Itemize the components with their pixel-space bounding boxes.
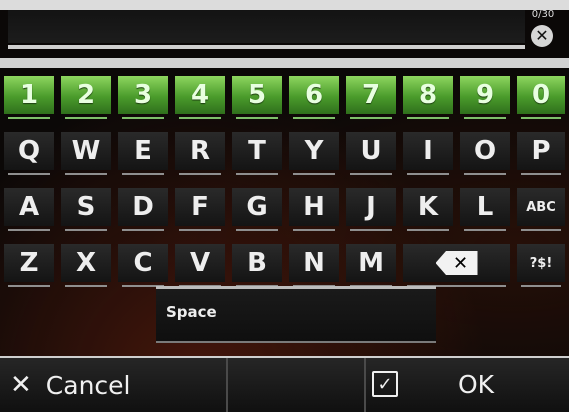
- close-icon: ✕: [10, 370, 32, 400]
- key-g[interactable]: G: [232, 188, 282, 231]
- key-n[interactable]: N: [289, 244, 339, 287]
- cancel-label: Cancel: [45, 370, 131, 400]
- backspace-key[interactable]: ✕: [403, 244, 510, 287]
- key-i[interactable]: I: [403, 132, 453, 175]
- key-3[interactable]: 3: [118, 76, 168, 119]
- key-s[interactable]: S: [61, 188, 111, 231]
- key-mode-symbols[interactable]: ?$!: [517, 244, 565, 287]
- key-d[interactable]: D: [118, 188, 168, 231]
- space-key[interactable]: Space: [156, 286, 436, 343]
- footer-separator: [364, 358, 366, 412]
- ok-label: OK: [458, 369, 495, 399]
- key-2[interactable]: 2: [61, 76, 111, 119]
- character-counter: 0/30: [531, 9, 555, 20]
- footer-bar: ✕ Cancel ✓ OK: [0, 356, 569, 412]
- checkbox-icon: ✓: [372, 371, 398, 397]
- key-8[interactable]: 8: [403, 76, 453, 119]
- key-y[interactable]: Y: [289, 132, 339, 175]
- key-7[interactable]: 7: [346, 76, 396, 119]
- key-f[interactable]: F: [175, 188, 225, 231]
- key-t[interactable]: T: [232, 132, 282, 175]
- footer-separator: [226, 358, 228, 412]
- key-c[interactable]: C: [118, 244, 168, 287]
- input-divider: [0, 58, 569, 68]
- key-1[interactable]: 1: [4, 76, 54, 119]
- key-r[interactable]: R: [175, 132, 225, 175]
- key-p[interactable]: P: [517, 132, 565, 175]
- clear-icon[interactable]: ✕: [531, 25, 553, 47]
- backspace-icon: ✕: [435, 251, 478, 275]
- key-v[interactable]: V: [175, 244, 225, 287]
- key-x[interactable]: X: [61, 244, 111, 287]
- key-0[interactable]: 0: [517, 76, 565, 119]
- key-h[interactable]: H: [289, 188, 339, 231]
- key-6[interactable]: 6: [289, 76, 339, 119]
- space-key-label: Space: [166, 303, 217, 321]
- key-5[interactable]: 5: [232, 76, 282, 119]
- key-m[interactable]: M: [346, 244, 396, 287]
- ok-button[interactable]: ✓ OK: [372, 366, 494, 402]
- key-o[interactable]: O: [460, 132, 510, 175]
- top-band: [0, 0, 569, 10]
- key-a[interactable]: A: [4, 188, 54, 231]
- key-w[interactable]: W: [61, 132, 111, 175]
- key-j[interactable]: J: [346, 188, 396, 231]
- key-u[interactable]: U: [346, 132, 396, 175]
- text-input-field[interactable]: [8, 10, 525, 43]
- key-k[interactable]: K: [403, 188, 453, 231]
- key-9[interactable]: 9: [460, 76, 510, 119]
- key-4[interactable]: 4: [175, 76, 225, 119]
- cancel-button[interactable]: ✕ Cancel: [10, 370, 131, 400]
- key-l[interactable]: L: [460, 188, 510, 231]
- key-e[interactable]: E: [118, 132, 168, 175]
- input-underline: [8, 45, 525, 49]
- key-z[interactable]: Z: [4, 244, 54, 287]
- key-b[interactable]: B: [232, 244, 282, 287]
- key-q[interactable]: Q: [4, 132, 54, 175]
- key-mode-abc[interactable]: ABC: [517, 188, 565, 231]
